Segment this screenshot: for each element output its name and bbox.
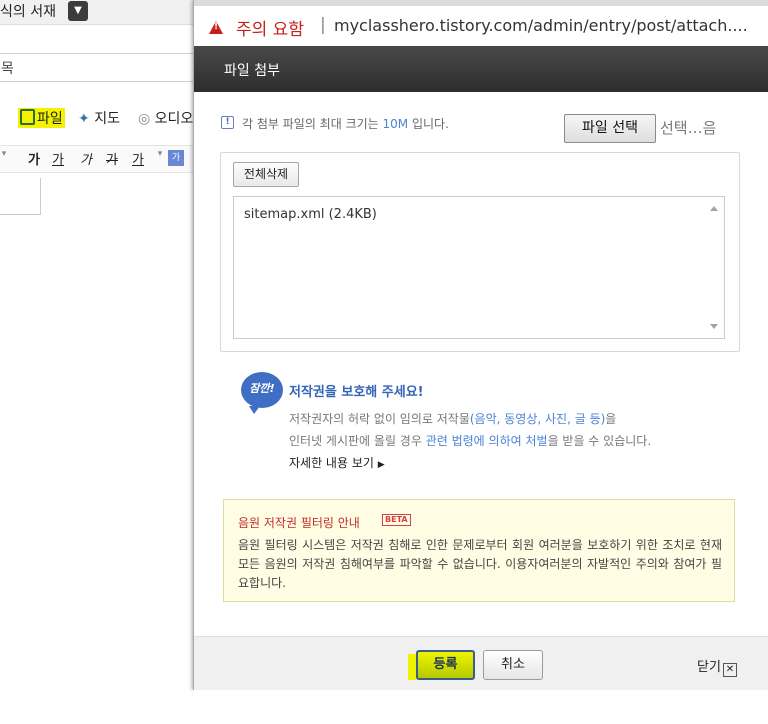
- bold-button[interactable]: 가: [24, 149, 44, 168]
- dropdown-arrow-icon[interactable]: ▾: [150, 149, 170, 167]
- copyright-line-1-text: 저작권자의 허락 없이 임의로 저작물: [289, 412, 470, 426]
- dialog-header: 파일 첨부: [194, 46, 768, 92]
- file-attach-button[interactable]: 파일: [18, 108, 65, 128]
- blog-title-bar: 식의 서재 ▼: [0, 0, 195, 25]
- file-list[interactable]: sitemap.xml (2.4KB): [233, 196, 725, 339]
- url-text: myclasshero.tistory.com/admin/entry/post…: [334, 16, 748, 35]
- info-size: 10M: [382, 117, 409, 131]
- music-filter-body: 음원 필터링 시스템은 저작권 침해로 인한 문제로부터 회원 여러분을 보호하…: [238, 538, 722, 590]
- choose-file-button[interactable]: 파일 선택: [564, 114, 656, 143]
- no-file-chosen-text: 선택…음: [660, 119, 717, 137]
- copyright-title: 저작권을 보호해 주세요!: [289, 385, 424, 400]
- close-button[interactable]: 닫기 ✕: [697, 656, 737, 677]
- dropdown-arrow-icon[interactable]: ▾: [0, 149, 14, 167]
- details-link[interactable]: 자세한 내용 보기 ▶: [289, 454, 385, 471]
- copyright-line-2: 인터넷 게시판에 올릴 경우 관련 법령에 의하여 처벌을 받을 수 있습니다.: [289, 432, 651, 449]
- editor-body[interactable]: [0, 178, 41, 215]
- scroll-up-icon[interactable]: [710, 206, 718, 211]
- details-link-label: 자세한 내용 보기: [289, 456, 374, 470]
- post-title-input[interactable]: 목: [0, 53, 200, 82]
- copyright-line-2-highlight: 관련 법령에 의하여 처벌: [425, 434, 548, 448]
- underline-button[interactable]: 가: [48, 149, 68, 168]
- audio-label: 오디오: [154, 111, 194, 127]
- scroll-down-icon[interactable]: [710, 324, 718, 329]
- info-icon: !: [221, 116, 234, 129]
- pin-icon: ✦: [78, 111, 90, 127]
- attached-files-panel: 전체삭제 sitemap.xml (2.4KB): [220, 152, 740, 352]
- address-separator: |: [320, 15, 326, 35]
- format-toolbar: ▾ 가 가 가 가 가 ▾ 가: [0, 145, 195, 173]
- copyright-line-2-suffix: 을 받을 수 있습니다.: [547, 434, 652, 448]
- size-limit-info: 각 첨부 파일의 최대 크기는 10M 입니다.: [242, 115, 449, 132]
- copyright-line-1-highlight: (음악, 동영상, 사진, 글 등): [469, 412, 606, 426]
- arrow-right-icon: ▶: [377, 460, 385, 470]
- info-suffix: 입니다.: [408, 117, 449, 131]
- close-label: 닫기: [697, 660, 721, 675]
- file-icon: [20, 109, 35, 125]
- music-filter-notice: 음원 저작권 필터링 안내 BETA 음원 필터링 시스템은 저작권 침해로 인…: [223, 499, 735, 602]
- page-bottom: [193, 690, 768, 724]
- dialog-title: 파일 첨부: [224, 63, 280, 79]
- list-item[interactable]: sitemap.xml (2.4KB): [244, 207, 377, 222]
- italic-button[interactable]: 가: [76, 149, 96, 168]
- audio-button[interactable]: ◎ 오디오: [138, 108, 193, 128]
- warning-icon[interactable]: [209, 21, 223, 34]
- beta-badge: BETA: [382, 514, 411, 526]
- post-title-value: 목: [1, 61, 14, 77]
- copyright-line-2-text: 인터넷 게시판에 올릴 경우: [289, 434, 426, 448]
- chevron-down-icon[interactable]: ▼: [68, 1, 88, 21]
- music-filter-title: 음원 저작권 필터링 안내: [238, 516, 360, 530]
- cancel-button[interactable]: 취소: [483, 650, 543, 680]
- copyright-line-1-suffix: 을: [605, 412, 617, 426]
- map-label: 지도: [94, 111, 120, 127]
- dialog-footer: 등록 취소 닫기 ✕: [194, 636, 768, 691]
- disc-icon: ◎: [138, 111, 151, 127]
- strike-button[interactable]: 가: [102, 149, 122, 168]
- register-button[interactable]: 등록: [416, 650, 475, 680]
- file-attach-label: 파일: [37, 111, 63, 127]
- attach-toolbar: 파일 ✦ 지도 ◎ 오디오: [0, 100, 195, 134]
- security-warning[interactable]: 주의 요함: [236, 15, 304, 40]
- map-button[interactable]: ✦ 지도: [78, 108, 120, 128]
- address-bar: 주의 요함 | myclasshero.tistory.com/admin/en…: [194, 6, 768, 47]
- file-attach-popup: 주의 요함 | myclasshero.tistory.com/admin/en…: [193, 0, 768, 691]
- info-prefix: 각 첨부 파일의 최대 크기는: [242, 117, 383, 131]
- bg-color-button[interactable]: 가: [168, 150, 184, 166]
- blog-title: 식의 서재: [0, 4, 56, 20]
- delete-all-button[interactable]: 전체삭제: [233, 162, 299, 187]
- close-icon: ✕: [722, 663, 737, 677]
- text-color-button[interactable]: 가: [128, 149, 148, 168]
- copyright-notice-icon: 잠깐!: [241, 372, 283, 414]
- copyright-line-1: 저작권자의 허락 없이 임의로 저작물(음악, 동영상, 사진, 글 등)을: [289, 410, 616, 427]
